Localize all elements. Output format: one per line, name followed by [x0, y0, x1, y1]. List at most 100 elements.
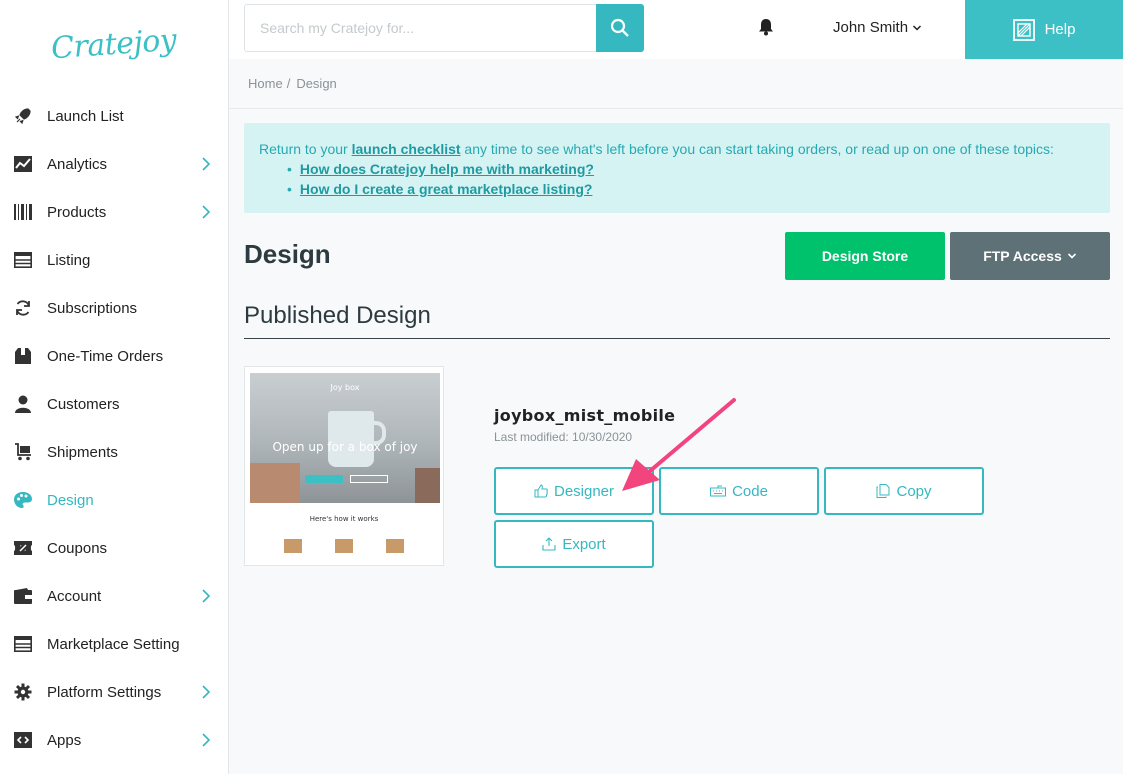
sidebar-item-label: Shipments	[47, 443, 118, 461]
box-icon	[385, 539, 404, 553]
main-content: Home / Design Return to your launch checkl…	[229, 59, 1123, 774]
sidebar-item-one-time-orders[interactable]: One-Time Orders	[0, 332, 229, 380]
search-icon	[610, 18, 629, 37]
sidebar-item-platform-settings[interactable]: Platform Settings	[0, 668, 229, 716]
breadcrumb-separator: /	[286, 76, 291, 91]
divider	[244, 338, 1110, 339]
export-button[interactable]: Export	[494, 520, 654, 568]
code-button[interactable]: Code	[659, 467, 819, 515]
sidebar-item-apps[interactable]: Apps	[0, 716, 229, 764]
marketing-help-link[interactable]: How does Cratejoy help me with marketing…	[300, 161, 594, 177]
help-label: Help	[1044, 21, 1076, 38]
last-modified: Last modified: 10/30/2020	[494, 430, 633, 444]
sidebar: Cratejoy Launch List Analytics Products	[0, 0, 229, 774]
breadcrumb: Home / Design	[248, 76, 337, 91]
box-icon	[284, 539, 303, 553]
list-icon	[14, 251, 32, 269]
logo-text: Cratejoy	[50, 22, 178, 66]
thumbnail-books	[415, 468, 440, 503]
sidebar-item-label: Account	[47, 587, 102, 605]
notice-prefix: Return to your	[259, 141, 352, 157]
section-title: Published Design	[244, 302, 431, 329]
barcode-icon	[14, 203, 32, 221]
chevron-right-icon	[202, 205, 211, 219]
gear-icon	[14, 683, 32, 701]
sidebar-item-label: Launch List	[47, 107, 124, 125]
thumbnail-button	[350, 475, 388, 483]
palette-icon	[14, 491, 32, 509]
cart-icon	[14, 443, 32, 461]
ftp-access-button[interactable]: FTP Access	[950, 232, 1110, 280]
sidebar-item-label: Customers	[47, 395, 120, 413]
thumbnail-headline: Open up for a box of joy	[272, 440, 418, 454]
sidebar-item-label: Listing	[47, 251, 91, 269]
chevron-right-icon	[202, 157, 211, 171]
sidebar-item-label: Analytics	[47, 155, 108, 173]
sidebar-item-label: Marketplace Setting	[47, 635, 180, 653]
wallet-icon	[14, 587, 32, 605]
sidebar-item-label: One-Time Orders	[47, 347, 164, 365]
sidebar-item-label: Subscriptions	[47, 299, 138, 317]
sidebar-item-analytics[interactable]: Analytics	[0, 140, 229, 188]
thumbnail-subheading: Here's how it works	[309, 515, 379, 523]
sidebar-nav: Launch List Analytics Products Listing S…	[0, 92, 229, 764]
keyboard-icon	[710, 485, 727, 497]
person-icon	[14, 395, 32, 413]
notice-links: How does Cratejoy help me with marketing…	[287, 159, 1095, 199]
design-name: joybox_mist_mobile	[494, 406, 676, 425]
designer-label: Designer	[553, 482, 615, 500]
sidebar-item-label: Coupons	[47, 539, 108, 557]
package-icon	[14, 347, 32, 365]
sidebar-item-design[interactable]: Design	[0, 476, 229, 524]
marketplace-listing-help-link[interactable]: How do I create a great marketplace list…	[300, 181, 593, 197]
sidebar-item-launch-list[interactable]: Launch List	[0, 92, 229, 140]
sidebar-item-listing[interactable]: Listing	[0, 236, 229, 284]
logo[interactable]: Cratejoy	[0, 0, 228, 88]
notice-suffix: any time to see what's left before you c…	[460, 141, 1054, 157]
user-name: John Smith	[833, 19, 909, 36]
design-store-button[interactable]: Design Store	[785, 232, 945, 280]
box-icon	[334, 539, 353, 553]
export-icon	[542, 537, 556, 551]
refresh-icon	[14, 299, 32, 317]
chevron-right-icon	[202, 685, 211, 699]
sidebar-item-subscriptions[interactable]: Subscriptions	[0, 284, 229, 332]
user-menu[interactable]: John Smith	[833, 19, 922, 36]
chevron-right-icon	[202, 589, 211, 603]
sidebar-item-marketplace-setting[interactable]: Marketplace Setting	[0, 620, 229, 668]
page-title: Design	[244, 239, 331, 269]
search-button[interactable]	[596, 4, 644, 52]
search-input[interactable]	[244, 4, 596, 52]
designer-button[interactable]: Designer	[494, 467, 654, 515]
thumbs-up-icon	[534, 484, 548, 498]
sidebar-item-coupons[interactable]: Coupons	[0, 524, 229, 572]
copy-button[interactable]: Copy	[824, 467, 984, 515]
notifications-button[interactable]	[757, 18, 777, 38]
breadcrumb-current: Design	[296, 76, 337, 91]
sidebar-item-label: Platform Settings	[47, 683, 162, 701]
sidebar-item-label: Design	[47, 491, 94, 509]
copy-label: Copy	[896, 482, 932, 500]
list-item: How does Cratejoy help me with marketing…	[287, 159, 1095, 179]
thumbnail-boxes	[250, 539, 438, 553]
help-button[interactable]: Help	[965, 0, 1123, 59]
thumbnail-button	[305, 475, 343, 483]
info-notice: Return to your launch checklist any time…	[244, 123, 1110, 213]
ftp-access-label: FTP Access	[983, 248, 1062, 264]
storefront-icon	[14, 635, 32, 653]
launch-checklist-link[interactable]: launch checklist	[352, 141, 461, 157]
chart-icon	[14, 155, 32, 173]
sidebar-item-products[interactable]: Products	[0, 188, 229, 236]
sidebar-item-shipments[interactable]: Shipments	[0, 428, 229, 476]
divider	[229, 108, 1123, 109]
sidebar-item-account[interactable]: Account	[0, 572, 229, 620]
chevron-down-icon	[1067, 253, 1076, 259]
search-bar	[244, 4, 644, 52]
ticket-icon	[14, 539, 32, 557]
code-label: Code	[732, 482, 768, 500]
breadcrumb-home[interactable]: Home	[248, 76, 283, 91]
copy-icon	[876, 484, 890, 498]
top-bar: John Smith Help	[229, 0, 1123, 59]
sidebar-item-customers[interactable]: Customers	[0, 380, 229, 428]
design-thumbnail[interactable]: Joy box Open up for a box of joy Here's …	[244, 366, 444, 566]
